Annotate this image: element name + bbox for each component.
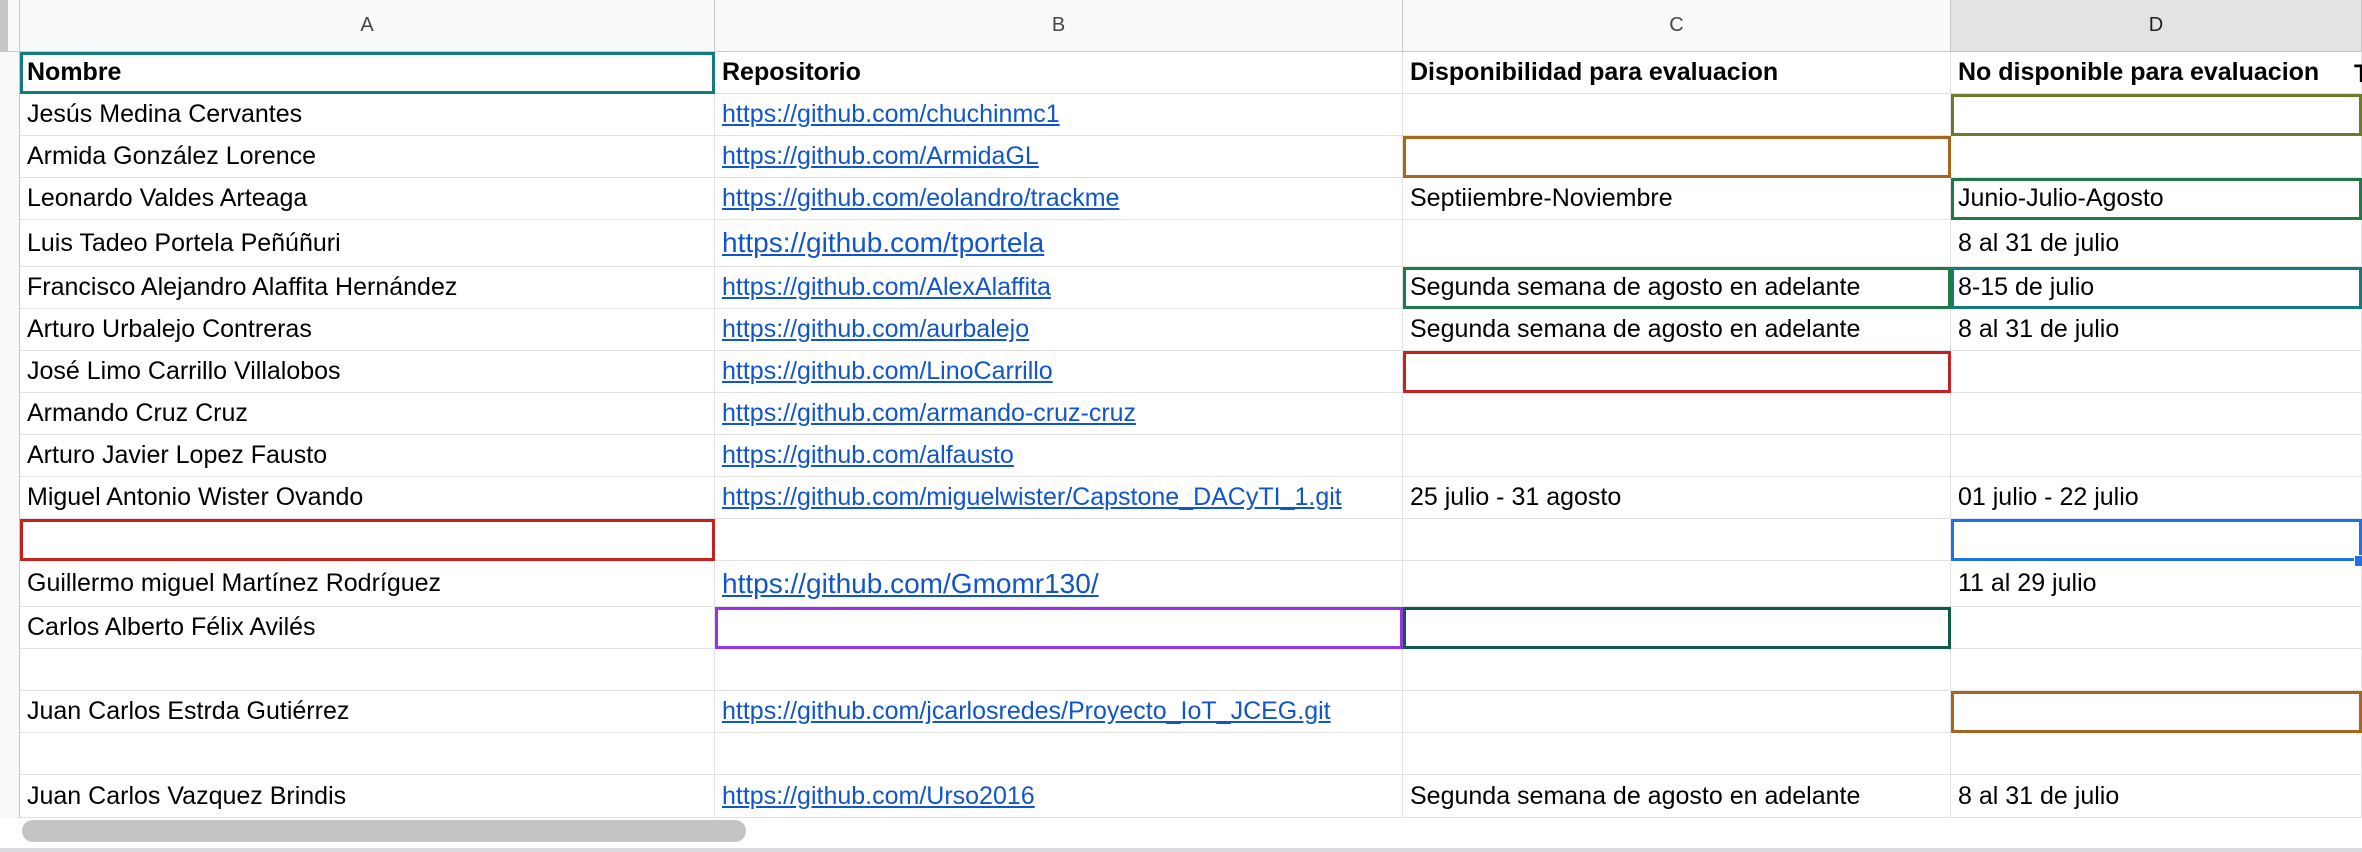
table-cell[interactable] (1951, 649, 2362, 691)
repo-link[interactable]: https://github.com/eolandro/trackme (715, 178, 1403, 220)
horizontal-scrollbar[interactable] (22, 820, 746, 842)
table-cell[interactable]: Segunda semana de agosto en adelante (1403, 267, 1951, 309)
table-cell[interactable] (1951, 94, 2362, 136)
table-cell[interactable] (1403, 561, 1951, 607)
table-cell[interactable]: Segunda semana de agosto en adelante (1403, 775, 1951, 818)
table-cell[interactable]: 8-15 de julio (1951, 267, 2362, 309)
table-cell[interactable] (1951, 607, 2362, 649)
table-cell[interactable]: Leonardo Valdes Arteaga (20, 178, 715, 220)
repo-link[interactable]: https://github.com/LinoCarrillo (715, 351, 1403, 393)
table-cell[interactable] (1403, 435, 1951, 477)
table-cell[interactable]: Segunda semana de agosto en adelante (1403, 309, 1951, 351)
table-cell[interactable]: Junio-Julio-Agosto (1951, 178, 2362, 220)
table-cell[interactable] (1951, 435, 2362, 477)
column-header-c[interactable]: C (1403, 0, 1951, 52)
repo-link[interactable]: https://github.com/Gmomr130/ (715, 561, 1403, 607)
table-cell[interactable] (1951, 519, 2362, 561)
table-cell[interactable] (1951, 136, 2362, 178)
repo-link[interactable]: https://github.com/Urso2016 (715, 775, 1403, 818)
table-cell[interactable]: Septiiembre-Noviembre (1403, 178, 1951, 220)
table-cell[interactable] (1403, 220, 1951, 267)
column-header-a[interactable]: A (20, 0, 715, 52)
table-cell[interactable]: José Limo Carrillo Villalobos (20, 351, 715, 393)
table-cell[interactable] (1403, 519, 1951, 561)
repo-link[interactable]: https://github.com/jcarlosredes/Proyecto… (715, 691, 1403, 733)
repo-link[interactable]: https://github.com/chuchinmc1 (715, 94, 1403, 136)
table-cell[interactable]: Guillermo miguel Martínez Rodríguez (20, 561, 715, 607)
header-cell[interactable]: Disponibilidad para evaluacion (1403, 52, 1951, 94)
repo-link[interactable]: https://github.com/armando-cruz-cruz (715, 393, 1403, 435)
table-cell[interactable]: Arturo Urbalejo Contreras (20, 309, 715, 351)
table-cell[interactable]: Miguel Antonio Wister Ovando (20, 477, 715, 519)
column-header-b[interactable]: B (715, 0, 1403, 52)
table-cell[interactable]: Carlos Alberto Félix Avilés (20, 607, 715, 649)
select-all-corner[interactable] (0, 0, 20, 52)
table-cell[interactable]: Arturo Javier Lopez Fausto (20, 435, 715, 477)
table-cell[interactable]: 8 al 31 de julio (1951, 775, 2362, 818)
table-cell[interactable] (1403, 607, 1951, 649)
table-cell[interactable] (20, 519, 715, 561)
spreadsheet-grid[interactable]: A B C D Nombre Repositorio Disponibilidad para… (0, 0, 2362, 852)
table-cell[interactable] (715, 733, 1403, 775)
table-cell[interactable] (1403, 351, 1951, 393)
repo-link[interactable]: https://github.com/aurbalejo (715, 309, 1403, 351)
table-cell[interactable]: 8 al 31 de julio (1951, 309, 2362, 351)
header-cell[interactable]: Nombre (20, 52, 715, 94)
table-cell[interactable]: Juan Carlos Estrda Gutiérrez (20, 691, 715, 733)
table-cell[interactable] (20, 649, 715, 691)
table-cell[interactable]: Jesús Medina Cervantes (20, 94, 715, 136)
header-cell[interactable]: Repositorio (715, 52, 1403, 94)
sheet-tabs-edge (0, 848, 2362, 852)
table-cell[interactable]: 8 al 31 de julio (1951, 220, 2362, 267)
column-header-d[interactable]: D (1951, 0, 2362, 52)
table-cell[interactable]: Luis Tadeo Portela Peñúñuri (20, 220, 715, 267)
table-cell[interactable] (1951, 393, 2362, 435)
corner-bar (0, 0, 8, 52)
table-cell[interactable]: Armando Cruz Cruz (20, 393, 715, 435)
table-cell[interactable] (1403, 649, 1951, 691)
repo-link[interactable]: https://github.com/tportela (715, 220, 1403, 267)
table-cell[interactable] (1403, 393, 1951, 435)
repo-link[interactable]: https://github.com/alfausto (715, 435, 1403, 477)
repo-link[interactable]: https://github.com/AlexAlaffita (715, 267, 1403, 309)
table-cell[interactable] (1403, 94, 1951, 136)
table-cell[interactable] (715, 519, 1403, 561)
table-cell[interactable]: Armida González Lorence (20, 136, 715, 178)
table-cell[interactable]: 01 julio - 22 julio (1951, 477, 2362, 519)
table-cell[interactable] (1951, 351, 2362, 393)
table-cell[interactable]: Francisco Alejandro Alaffita Hernández (20, 267, 715, 309)
table-cell[interactable] (1403, 136, 1951, 178)
repo-link[interactable]: https://github.com/ArmidaGL (715, 136, 1403, 178)
table-cell[interactable] (715, 607, 1403, 649)
clipped-header-text: T (2354, 60, 2362, 88)
repo-link[interactable]: https://github.com/miguelwister/Capstone… (715, 477, 1403, 519)
row-header-strip[interactable] (0, 52, 20, 818)
fill-handle[interactable] (2354, 555, 2362, 567)
header-cell[interactable]: No disponible para evaluacion (1951, 52, 2362, 94)
table-cell[interactable] (1951, 691, 2362, 733)
table-cell[interactable] (1403, 733, 1951, 775)
table-cell[interactable]: Juan Carlos Vazquez Brindis (20, 775, 715, 818)
table-cell[interactable] (715, 649, 1403, 691)
table-cell[interactable] (1951, 733, 2362, 775)
table-cell[interactable] (1403, 691, 1951, 733)
table-cell[interactable]: 11 al 29 julio (1951, 561, 2362, 607)
table-cell[interactable] (20, 733, 715, 775)
table-cell[interactable]: 25 julio - 31 agosto (1403, 477, 1951, 519)
